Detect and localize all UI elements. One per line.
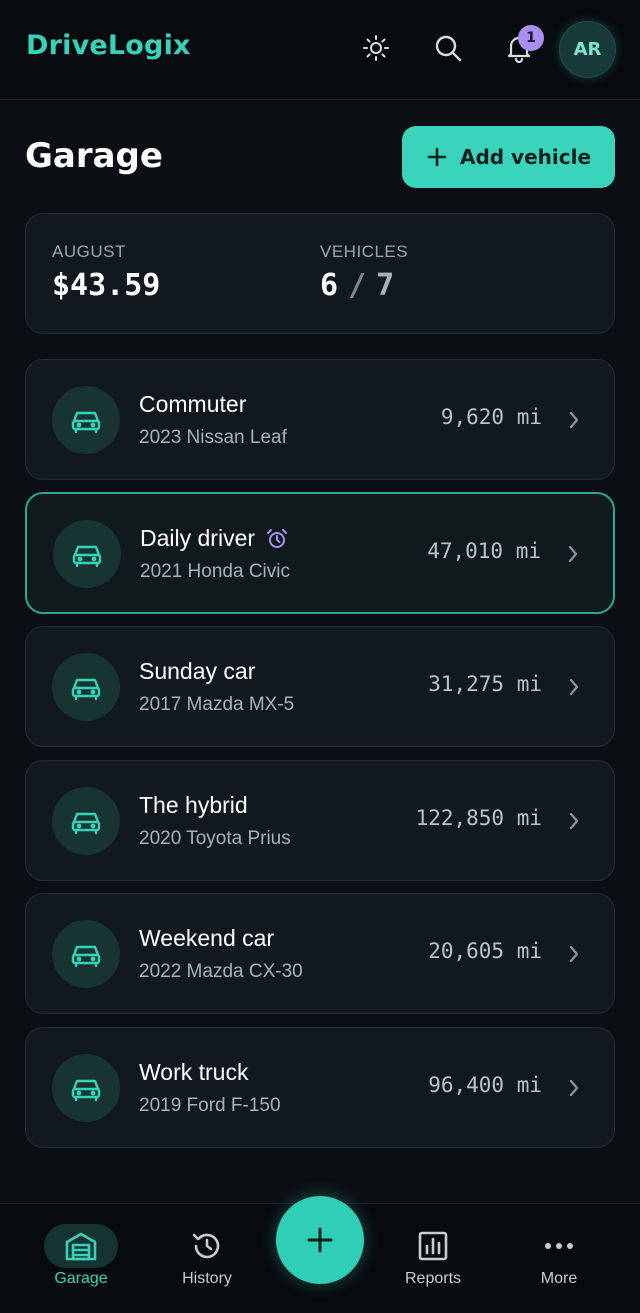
chevron-right-icon [569,812,579,830]
vehicle-model: 2020 Toyota Prius [139,828,291,849]
top-app-bar: DriveLogix 1 AR [0,0,640,100]
vehicle-model: 2023 Nissan Leaf [139,427,287,448]
month-label: AUGUST [52,242,126,261]
plus-icon [427,147,447,167]
chevron-right-icon [568,545,578,563]
vehicle-avatar [52,787,120,855]
vehicle-avatar [52,920,120,988]
vehicle-model: 2019 Ford F-150 [139,1095,281,1116]
app-logo[interactable]: DriveLogix [26,30,191,61]
search-icon [435,35,462,62]
vehicle-name: Work truck [139,1059,248,1086]
chevron-right-icon [569,411,579,429]
car-icon [72,545,102,568]
vehicles-count: 6 / 7 [320,268,394,303]
nav-history-label: History [182,1270,232,1287]
summary-card: AUGUST $43.59 VEHICLES 6 / 7 [25,213,615,334]
chevron-right-icon [569,1079,579,1097]
vehicles-total: 7 [376,268,395,303]
vehicles-label: VEHICLES [320,242,409,261]
car-icon [71,945,101,968]
vehicle-name-text: Weekend car [139,925,275,951]
nav-more-label: More [540,1270,578,1287]
vehicle-avatar [53,520,121,588]
page-title: Garage [25,136,163,176]
nav-reports-icon-wrap [416,1224,450,1268]
nav-more-icon-wrap [542,1224,576,1268]
vehicle-model: 2017 Mazda MX-5 [139,694,295,715]
vehicle-mileage: 20,605 mi [428,939,542,963]
nav-item-reports[interactable]: Reports [388,1224,478,1294]
nav-history-icon-wrap [190,1224,224,1268]
vehicle-name-text: Work truck [139,1059,249,1085]
vehicle-card[interactable]: The hybrid 2020 Toyota Prius 122,850 mi [25,760,615,881]
nav-garage-label: Garage [54,1270,108,1287]
vehicle-name: Weekend car [139,925,274,952]
vehicle-name-text: Commuter [139,391,247,417]
nav-item-garage[interactable]: Garage [36,1224,126,1294]
vehicle-avatar [52,386,120,454]
vehicles-separator: / [348,268,367,303]
bottom-navigation: Garage History Reports More [0,1196,640,1313]
vehicle-mileage: 9,620 mi [440,405,542,429]
history-icon [192,1233,220,1259]
vehicle-card[interactable]: Work truck 2019 Ford F-150 96,400 mi [25,1027,615,1148]
nav-item-more[interactable]: More [514,1224,604,1294]
chevron-right-icon [569,945,579,963]
theme-toggle-button[interactable] [356,28,396,68]
vehicle-mileage: 96,400 mi [428,1073,542,1097]
vehicle-card[interactable]: Weekend car 2022 Mazda CX-30 20,605 mi [25,893,615,1014]
garage-icon [65,1232,97,1261]
vehicle-name-text: Daily driver [140,525,256,551]
vehicle-name-text: The hybrid [139,792,248,818]
reports-icon [418,1231,448,1261]
vehicle-card[interactable]: Sunday car 2017 Mazda MX-5 31,275 mi [25,626,615,747]
notification-badge: 1 [518,25,544,51]
alarm-clock-icon [267,528,288,548]
vehicle-name: The hybrid [139,792,248,819]
month-cost-value: $43.59 [52,268,161,303]
nav-garage-icon-wrap [44,1224,118,1268]
vehicle-mileage: 47,010 mi [427,539,541,563]
vehicle-card[interactable]: Commuter 2023 Nissan Leaf 9,620 mi [25,359,615,480]
car-icon [71,678,101,701]
vehicle-model: 2021 Honda Civic [140,561,290,582]
vehicle-avatar [52,1054,120,1122]
sun-icon [363,35,389,61]
add-vehicle-label: Add vehicle [459,145,592,169]
fab-add-button[interactable] [276,1196,364,1284]
vehicle-name: Commuter [139,391,246,418]
vehicle-avatar [52,653,120,721]
plus-icon [307,1227,333,1253]
vehicle-name: Sunday car [139,658,255,685]
car-icon [71,1079,101,1102]
car-icon [71,411,101,434]
vehicle-name-text: Sunday car [139,658,256,684]
search-button[interactable] [428,28,468,68]
nav-reports-label: Reports [404,1270,462,1287]
vehicle-card-selected[interactable]: Daily driver 2021 Honda Civic 47,010 mi [25,492,615,614]
vehicle-mileage: 31,275 mi [428,672,542,696]
nav-item-history[interactable]: History [162,1224,252,1294]
vehicle-name: Daily driver [140,525,289,552]
more-dots-icon [545,1243,573,1249]
vehicle-model: 2022 Mazda CX-30 [139,961,303,982]
vehicle-mileage: 122,850 mi [415,806,542,830]
chevron-right-icon [569,678,579,696]
avatar[interactable]: AR [559,21,616,78]
add-vehicle-button[interactable]: Add vehicle [402,126,615,188]
car-icon [71,812,101,835]
vehicles-current: 6 [320,268,339,303]
